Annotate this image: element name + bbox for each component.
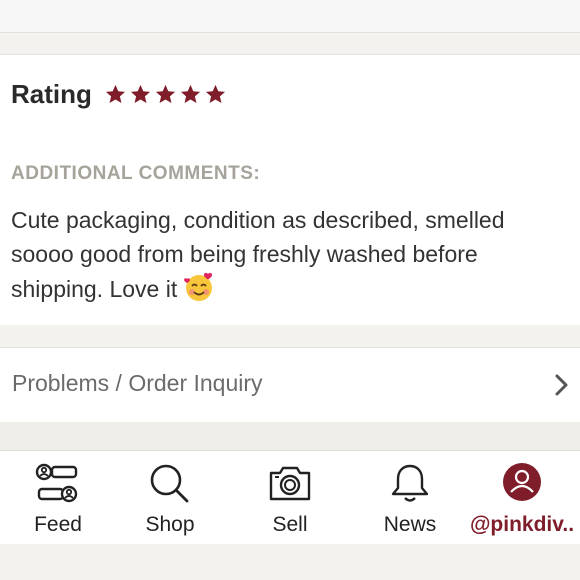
bell-icon [391, 464, 429, 502]
rating-card: Rating ADDITIONAL COMMENTS: Cute packagi… [0, 54, 580, 326]
bottom-tab-bar: Feed Shop Sell News @pinkdiv.. [0, 450, 580, 545]
tab-sell[interactable]: Sell [232, 451, 348, 545]
tab-profile-label: @pinkdiv.. [469, 513, 575, 536]
camera-icon [269, 466, 311, 501]
star-icon [180, 84, 200, 104]
tab-shop[interactable]: Shop [112, 451, 228, 545]
smiling-face-with-hearts-icon [184, 272, 213, 301]
tab-profile[interactable]: @pinkdiv.. [464, 451, 580, 545]
rating-label: Rating [11, 79, 92, 109]
rating-stars [104, 83, 227, 106]
star-icon [130, 84, 150, 104]
order-inquiry-row[interactable]: Problems / Order Inquiry [0, 347, 580, 423]
section-divider [0, 422, 580, 450]
search-icon [150, 464, 189, 503]
tab-news[interactable]: News [352, 451, 468, 545]
tab-feed[interactable]: Feed [0, 451, 116, 545]
order-inquiry-label: Problems / Order Inquiry [12, 370, 263, 396]
feed-icon [35, 463, 78, 503]
comments-heading: ADDITIONAL COMMENTS: [11, 163, 261, 184]
tab-feed-label: Feed [34, 513, 82, 536]
star-icon [205, 84, 225, 104]
bottom-safe-area [0, 544, 580, 580]
tab-shop-label: Shop [145, 513, 195, 536]
profile-avatar-icon [503, 463, 541, 501]
section-divider [0, 32, 580, 55]
top-header-strip [0, 0, 580, 32]
section-divider [0, 325, 580, 347]
star-icon [155, 84, 175, 104]
star-icon [105, 84, 125, 104]
tab-news-label: News [383, 513, 437, 536]
tab-sell-label: Sell [272, 513, 308, 536]
comments-body: Cute packaging, condition as described, … [11, 203, 573, 306]
rating-row: Rating [11, 79, 227, 110]
chevron-right-icon [555, 374, 568, 396]
comments-text: Cute packaging, condition as described, … [11, 207, 505, 302]
